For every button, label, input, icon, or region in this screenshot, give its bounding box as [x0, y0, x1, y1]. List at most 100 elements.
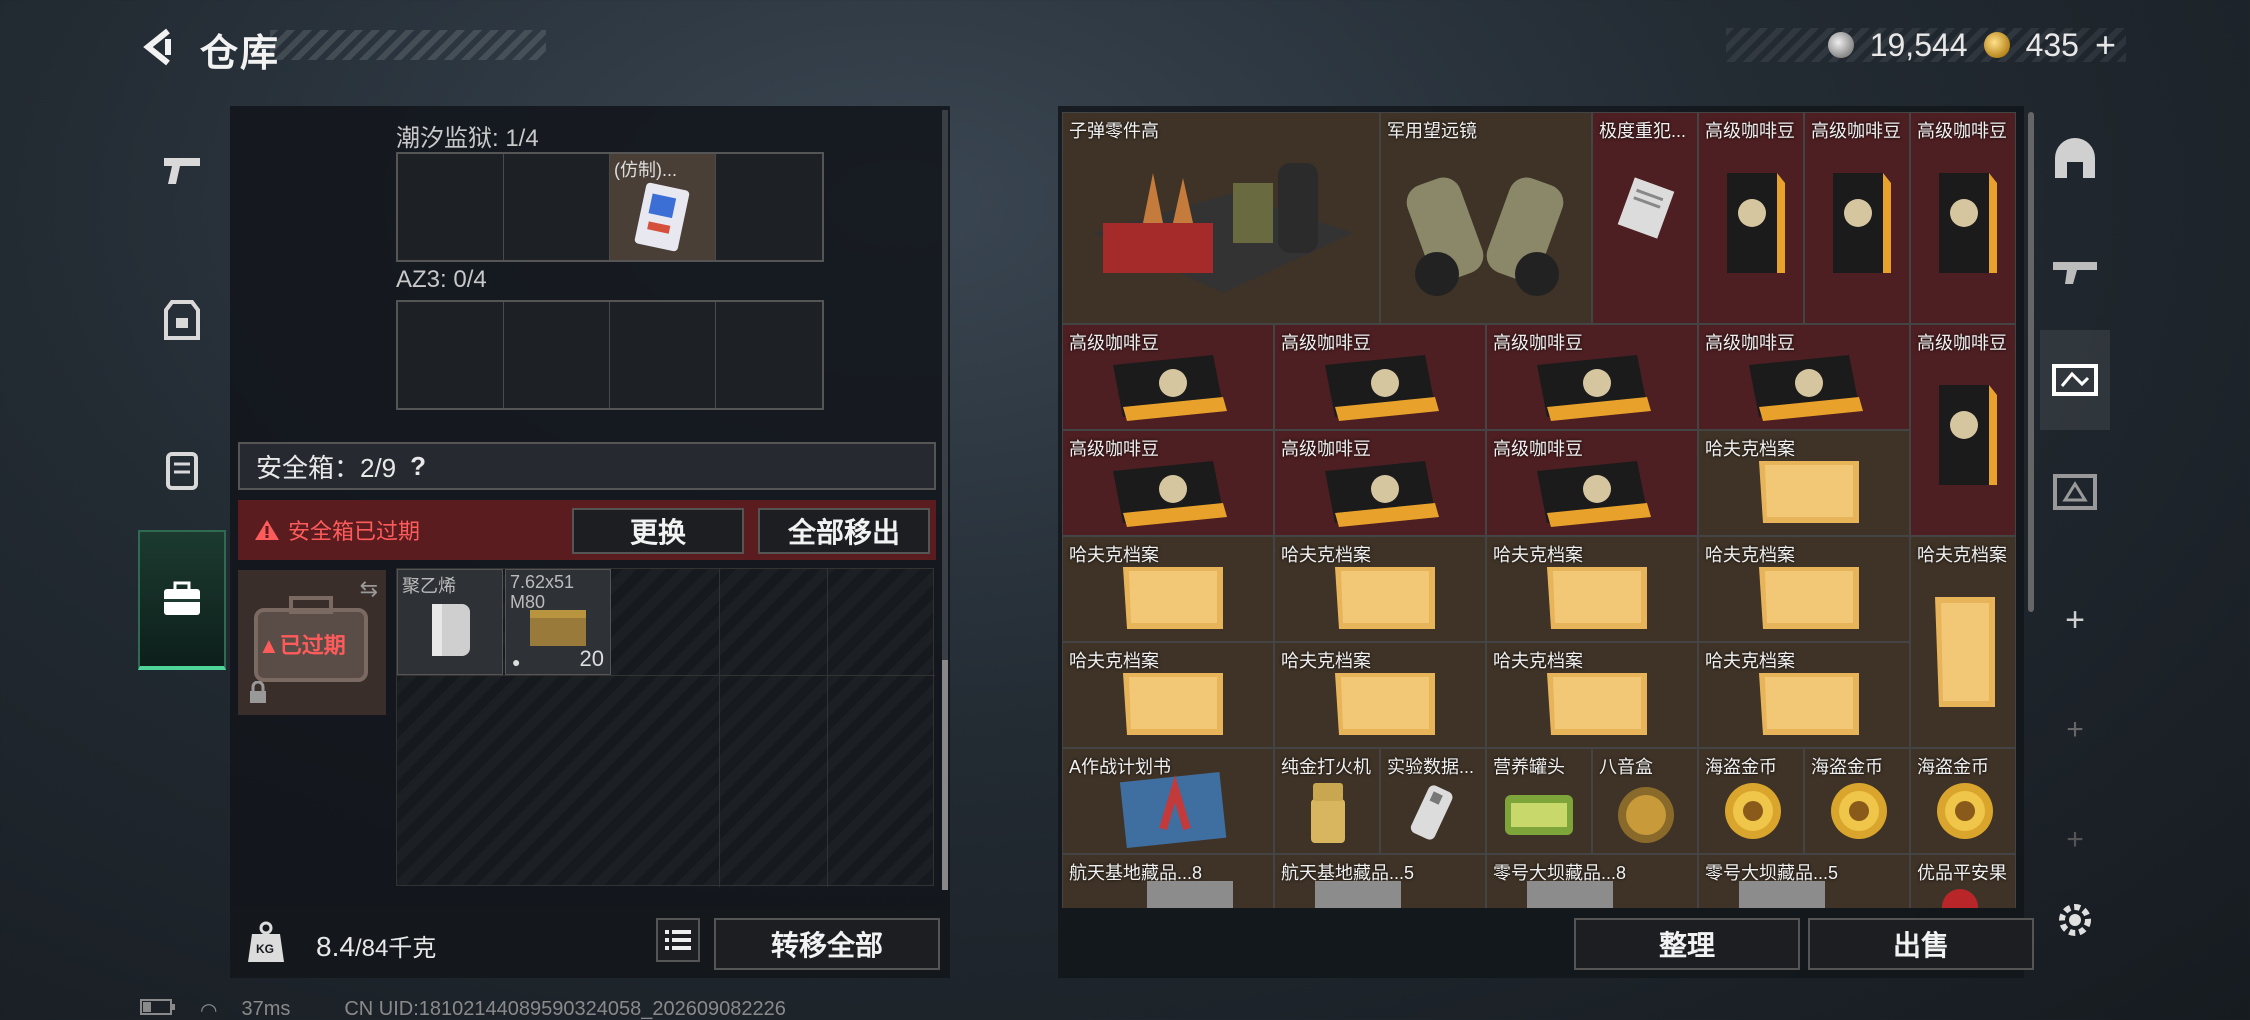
stash-item[interactable]: 子弹零件高 [1062, 112, 1380, 324]
help-button[interactable]: ? [410, 451, 426, 482]
weight-current: 8.4 [316, 931, 355, 962]
container-slot[interactable] [716, 154, 822, 260]
coffee-bag-icon [1727, 173, 1785, 273]
stash-tab-collectibles[interactable] [2040, 330, 2110, 430]
stash-item[interactable]: 实验数据... [1380, 748, 1486, 854]
armor-tab[interactable] [138, 250, 226, 390]
container-slot[interactable] [504, 302, 610, 408]
stash-item[interactable]: 军用望远镜 [1380, 112, 1592, 324]
gear-box-icon [2053, 474, 2097, 510]
stash-item[interactable]: 高级咖啡豆 [1486, 430, 1698, 536]
stash-item[interactable]: 高级咖啡豆 [1698, 324, 1910, 430]
weight-readout: 8.4/84千克 [316, 928, 436, 963]
coffee-pack-icon [1113, 355, 1227, 421]
stash-item[interactable]: A作战计划书 [1062, 748, 1274, 854]
item-label: 海盗金币 [1705, 757, 1777, 777]
move-all-out-button[interactable]: 全部移出 [758, 508, 930, 554]
back-button[interactable] [130, 22, 190, 72]
file-folder-icon [1759, 673, 1859, 735]
vest-icon [164, 300, 200, 340]
keycard-icon [634, 182, 690, 252]
organize-button[interactable]: 整理 [1574, 918, 1800, 970]
plus-icon: + [2065, 600, 2085, 639]
transfer-all-button[interactable]: 转移全部 [714, 918, 940, 970]
stash-item[interactable]: 纯金打火机 [1274, 748, 1380, 854]
left-nav [138, 100, 226, 670]
stash-tab-home[interactable] [2040, 110, 2110, 210]
stash-item[interactable]: 高级咖啡豆 [1910, 324, 2016, 536]
plus-icon: + [2066, 713, 2084, 746]
stash-item[interactable]: 高级咖啡豆 [1062, 324, 1274, 430]
stash-item[interactable]: 高级咖啡豆 [1486, 324, 1698, 430]
item-label: 海盗金币 [1811, 757, 1883, 777]
stash-tab-weapons[interactable] [2040, 220, 2110, 320]
safebox-slot-item[interactable]: 聚乙烯 [397, 569, 503, 675]
safebox-item[interactable]: ▲已过期 ⇆ [238, 570, 386, 715]
stash-item[interactable]: 高级咖啡豆 [1804, 112, 1910, 324]
stash-item[interactable]: 高级咖啡豆 [1698, 112, 1804, 324]
stash-item[interactable]: 航天基地藏品...5 [1274, 854, 1486, 908]
battle-plan-icon [1119, 771, 1227, 849]
container-slot[interactable] [398, 302, 504, 408]
stash-item[interactable]: 哈夫克档案 [1062, 642, 1274, 748]
stash-item[interactable]: 八音盒 [1592, 748, 1698, 854]
stash-item[interactable]: 航天基地藏品...8 [1062, 854, 1274, 908]
settings-button[interactable] [2040, 870, 2110, 970]
stash-item[interactable]: 零号大坝藏品...8 [1486, 854, 1698, 908]
container-slot[interactable] [398, 154, 504, 260]
grid-line [397, 675, 935, 676]
container-slot[interactable] [716, 302, 822, 408]
binoculars-icon [1406, 177, 1564, 296]
replace-button[interactable]: 更换 [572, 508, 744, 554]
file-folder-icon [1935, 597, 1995, 707]
list-view-button[interactable] [656, 918, 700, 962]
stash-item[interactable]: 哈夫克档案 [1274, 642, 1486, 748]
stash-item[interactable]: 高级咖啡豆 [1274, 324, 1486, 430]
stash-item[interactable]: 哈夫克档案 [1910, 536, 2016, 748]
stash-item[interactable]: 营养罐头 [1486, 748, 1592, 854]
gear-icon [2059, 904, 2091, 936]
stash-item[interactable]: 高级咖啡豆 [1274, 430, 1486, 536]
stash-item[interactable]: 哈夫克档案 [1486, 536, 1698, 642]
container-slot-item[interactable]: (仿制)... [610, 154, 716, 260]
stash-item[interactable]: 海盗金币 [1804, 748, 1910, 854]
sell-button[interactable]: 出售 [1808, 918, 2034, 970]
stash-item[interactable]: 高级咖啡豆 [1910, 112, 2016, 324]
item-label: 高级咖啡豆 [1811, 121, 1901, 141]
container-slot[interactable] [610, 302, 716, 408]
stash-item[interactable]: 海盗金币 [1910, 748, 2016, 854]
safebox-slot-item[interactable]: 7.62x51 M80 ● 20 [505, 569, 611, 675]
tape-roll-icon [432, 604, 470, 656]
stash-item[interactable]: 海盗金币 [1698, 748, 1804, 854]
item-label: 营养罐头 [1493, 757, 1565, 777]
stash-item[interactable]: 哈夫克档案 [1274, 536, 1486, 642]
left-scrollbar-thumb[interactable] [942, 660, 948, 890]
stash-scrollbar[interactable] [2028, 112, 2034, 612]
backpack-tab[interactable] [138, 400, 226, 540]
safebox-title: 安全箱：2/9 [256, 452, 397, 483]
stash-item[interactable]: 高级咖啡豆 [1062, 430, 1274, 536]
stash-item[interactable]: 哈夫克档案 [1698, 642, 1910, 748]
file-folder-icon [1335, 567, 1435, 629]
swap-icon[interactable]: ⇆ [360, 576, 378, 602]
stash-item[interactable]: 哈夫克档案 [1698, 536, 1910, 642]
usb-drive-icon [1410, 785, 1453, 840]
add-gold-button[interactable]: + [2095, 24, 2116, 66]
coffee-pack-icon [1537, 461, 1651, 527]
stash-item[interactable]: 优品平安果 [1910, 854, 2016, 908]
safebox-tab[interactable] [138, 530, 226, 670]
backpack-icon [166, 452, 198, 490]
item-label: 海盗金币 [1917, 757, 1989, 777]
stash-item[interactable]: 哈夫克档案 [1698, 430, 1910, 536]
add-stash-tab-button[interactable]: + [2040, 570, 2110, 670]
container-slot[interactable] [504, 154, 610, 260]
stash-item[interactable]: 哈夫克档案 [1062, 536, 1274, 642]
weapon-tab[interactable] [138, 100, 226, 240]
stash-item[interactable]: 零号大坝藏品...5 [1698, 854, 1910, 908]
user-uid: CN UID:18102144089590324058_202609082226 [344, 998, 786, 1020]
container-label-1: 潮汐监狱: 1/4 [396, 125, 539, 152]
stash-item[interactable]: 哈夫克档案 [1486, 642, 1698, 748]
stash-item[interactable]: 极度重犯... [1592, 112, 1698, 324]
stash-tab-gear[interactable] [2040, 440, 2110, 540]
weight-max: /84千克 [354, 935, 437, 962]
